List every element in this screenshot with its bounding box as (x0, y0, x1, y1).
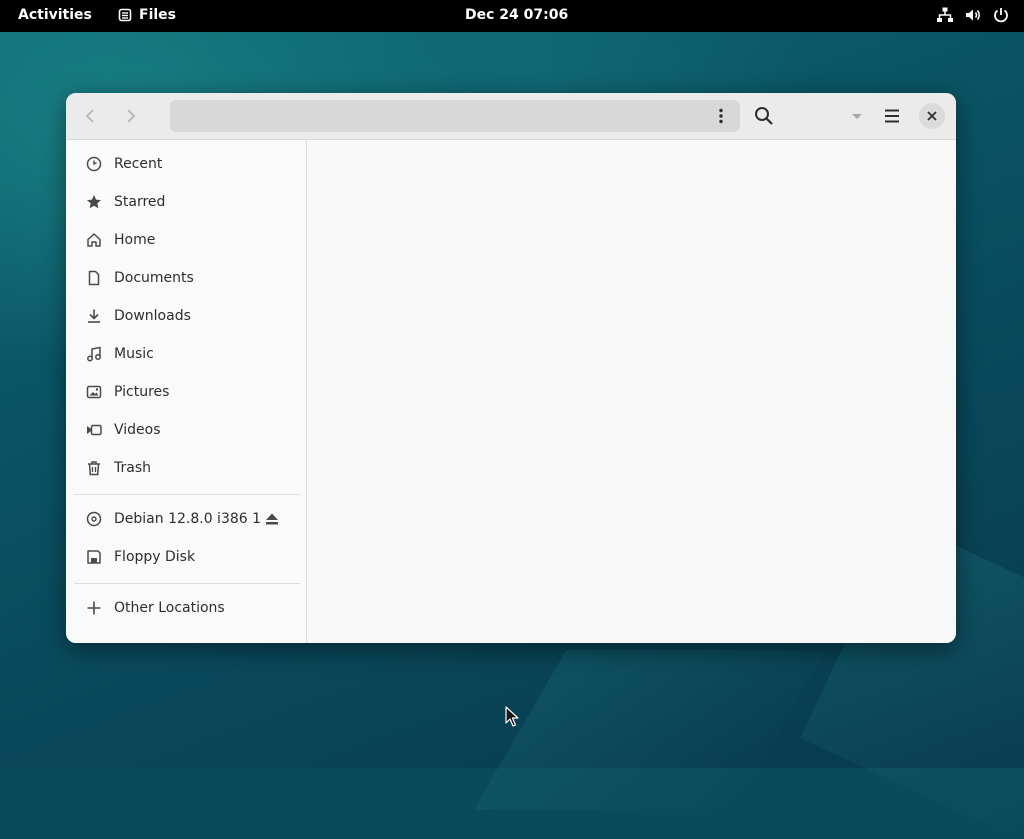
sidebar-item-label: Pictures (114, 384, 170, 400)
system-tray[interactable] (936, 6, 1010, 24)
sidebar-separator (74, 494, 300, 495)
activities-button[interactable]: Activities (18, 7, 92, 23)
sidebar-item-pictures[interactable]: Pictures (74, 375, 298, 409)
home-icon (86, 232, 102, 248)
close-icon (927, 111, 937, 121)
sidebar-item-documents[interactable]: Documents (74, 261, 298, 295)
sidebar-item-music[interactable]: Music (74, 337, 298, 371)
header-bar (66, 93, 956, 140)
sidebar-item-home[interactable]: Home (74, 223, 298, 257)
top-bar: Activities Files Dec 24 07:06 (0, 0, 1024, 32)
files-app-icon (118, 8, 132, 22)
sidebar-item-downloads[interactable]: Downloads (74, 299, 298, 333)
chevron-left-icon (85, 109, 94, 123)
volume-icon[interactable] (964, 6, 982, 24)
plus-icon (86, 600, 102, 616)
sidebar-item-debian-disc[interactable]: Debian 12.8.0 i386 1 (74, 502, 298, 536)
chevron-down-icon (852, 114, 862, 119)
sidebar-separator (74, 583, 300, 584)
sidebar-item-label: Trash (114, 460, 151, 476)
sidebar-item-label: Home (114, 232, 156, 248)
view-options-button[interactable] (846, 105, 868, 127)
sidebar-item-floppy[interactable]: Floppy Disk (74, 540, 298, 574)
sidebar-item-label: Other Locations (114, 600, 225, 616)
picture-icon (86, 384, 102, 400)
sidebar-item-label: Documents (114, 270, 194, 286)
back-button[interactable] (81, 106, 101, 126)
sidebar-item-label: Downloads (114, 308, 191, 324)
path-bar[interactable] (170, 100, 740, 132)
sidebar-item-label: Videos (114, 422, 161, 438)
star-icon (86, 194, 102, 210)
video-icon (86, 422, 102, 438)
clock-icon (86, 156, 102, 172)
main-menu-button[interactable] (881, 105, 903, 127)
sidebar-item-label: Music (114, 346, 154, 362)
sidebar-item-label: Floppy Disk (114, 549, 196, 565)
music-icon (86, 346, 102, 362)
eject-icon[interactable] (264, 511, 280, 527)
file-view[interactable] (307, 140, 956, 643)
sidebar-item-recent[interactable]: Recent (74, 147, 298, 181)
app-name: Files (139, 7, 176, 23)
sidebar-item-starred[interactable]: Starred (74, 185, 298, 219)
mouse-cursor-icon (505, 706, 519, 727)
more-options-icon[interactable] (712, 107, 730, 125)
sidebar-item-videos[interactable]: Videos (74, 413, 298, 447)
chevron-right-icon (127, 109, 136, 123)
search-button[interactable] (753, 105, 775, 127)
sidebar-item-label: Debian 12.8.0 i386 1 (114, 511, 262, 527)
sidebar-item-label: Recent (114, 156, 163, 172)
files-window: Recent Starred Home Documents Downloads (66, 93, 956, 643)
sidebar-item-other-locations[interactable]: Other Locations (74, 591, 298, 625)
download-icon (86, 308, 102, 324)
power-icon[interactable] (992, 6, 1010, 24)
close-button[interactable] (919, 103, 945, 129)
clock[interactable]: Dec 24 07:06 (465, 7, 568, 23)
hamburger-menu-icon (885, 109, 899, 123)
app-menu[interactable]: Files (118, 7, 176, 23)
trash-icon (86, 460, 102, 476)
sidebar: Recent Starred Home Documents Downloads (66, 140, 307, 643)
sidebar-item-label: Starred (114, 194, 166, 210)
disc-icon (86, 511, 102, 527)
network-icon[interactable] (936, 6, 954, 24)
document-icon (86, 270, 102, 286)
floppy-icon (86, 549, 102, 565)
search-icon (755, 107, 773, 125)
sidebar-item-trash[interactable]: Trash (74, 451, 298, 485)
forward-button[interactable] (120, 106, 140, 126)
